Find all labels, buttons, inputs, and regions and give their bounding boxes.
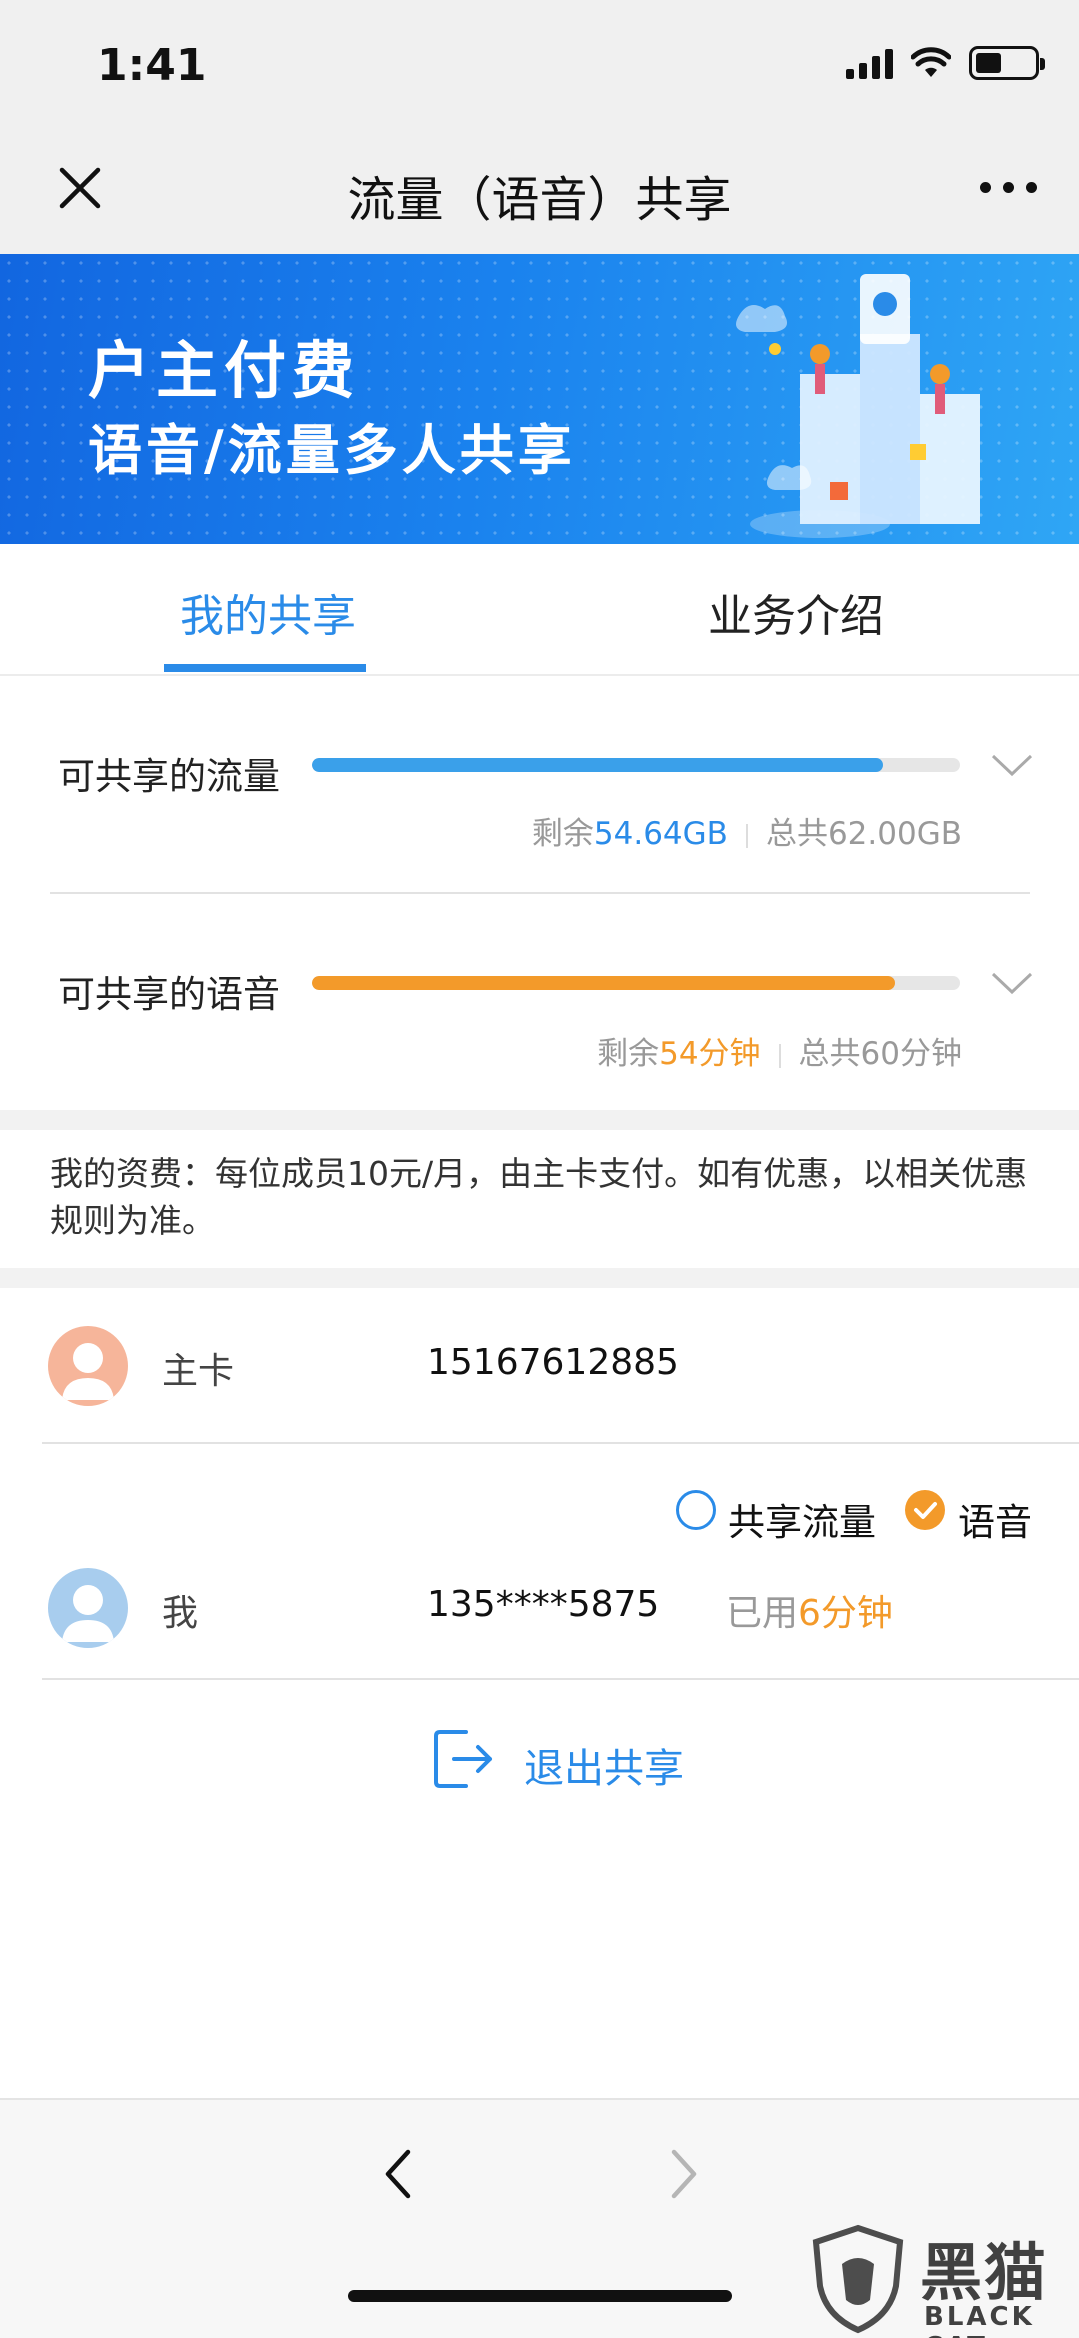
voice-checkbox[interactable] xyxy=(905,1490,945,1530)
avatar xyxy=(48,1568,128,1648)
more-icon[interactable] xyxy=(980,182,1037,193)
forward-arrow-icon[interactable] xyxy=(664,2144,704,2204)
tab-active-indicator xyxy=(164,664,366,672)
promo-banner: 户主付费 语音/流量多人共享 xyxy=(0,254,1079,544)
cat-shield-icon xyxy=(812,2224,904,2334)
voice-share-section[interactable]: 可共享的语音 剩余54分钟 总共60分钟 xyxy=(0,894,1079,1110)
nav-bar: 流量（语音）共享 xyxy=(0,130,1079,254)
watermark-en: BLACK CAT xyxy=(924,2302,1035,2338)
signal-icon xyxy=(846,47,893,79)
data-share-summary: 剩余54.64GB 总共62.00GB xyxy=(531,816,962,852)
voice-total: 总共60分钟 xyxy=(798,1036,962,1072)
watermark-cn: 黑猫 xyxy=(920,2236,1049,2309)
data-progress-track xyxy=(312,758,960,772)
exit-share-label: 退出共享 xyxy=(524,1746,684,1792)
data-progress-fill xyxy=(312,758,883,772)
primary-role: 主卡 xyxy=(162,1351,235,1392)
home-indicator xyxy=(348,2290,732,2302)
page-title: 流量（语音）共享 xyxy=(347,172,732,228)
share-data-radio[interactable] xyxy=(676,1490,716,1530)
voice-share-label: 可共享的语音 xyxy=(58,973,280,1016)
avatar xyxy=(48,1326,128,1406)
voice-progress-fill xyxy=(312,976,896,990)
section-gap xyxy=(0,1110,1079,1130)
exit-share-button[interactable]: 退出共享 xyxy=(432,1726,692,1796)
banner-subtitle: 语音/流量多人共享 xyxy=(88,419,576,482)
banner-illustration xyxy=(736,274,980,538)
watermark: 黑猫 BLACK CAT xyxy=(808,2222,1079,2338)
member-number: 135****5875 xyxy=(427,1584,660,1625)
status-icons xyxy=(846,46,1045,80)
check-icon xyxy=(914,1502,937,1519)
tab-bar: 我的共享 业务介绍 xyxy=(0,544,1079,676)
member-usage: 已用6分钟 xyxy=(726,1593,893,1634)
data-share-label: 可共享的流量 xyxy=(58,755,280,798)
section-gap xyxy=(0,1268,1079,1288)
status-bar: 1:41 xyxy=(0,0,1079,130)
back-arrow-icon[interactable] xyxy=(378,2144,418,2204)
voice-remaining: 54分钟 xyxy=(659,1036,761,1072)
share-data-label[interactable]: 共享流量 xyxy=(728,1492,876,1546)
status-time: 1:41 xyxy=(97,40,207,91)
divider xyxy=(42,1678,1079,1680)
wifi-icon xyxy=(911,47,951,77)
divider xyxy=(42,1442,1079,1444)
chevron-down-icon[interactable] xyxy=(990,970,1034,996)
tab-my-share[interactable]: 我的共享 xyxy=(180,580,356,644)
voice-share-summary: 剩余54分钟 总共60分钟 xyxy=(597,1036,962,1072)
voice-progress-track xyxy=(312,976,960,990)
banner-title: 户主付费 xyxy=(88,334,361,407)
data-total: 总共62.00GB xyxy=(765,816,962,852)
battery-icon xyxy=(969,46,1045,80)
member-role: 我 xyxy=(162,1593,199,1634)
primary-number: 15167612885 xyxy=(427,1342,679,1383)
tab-service-intro[interactable]: 业务介绍 xyxy=(708,580,884,644)
member-usage-value: 6分钟 xyxy=(798,1593,893,1634)
data-remaining: 54.64GB xyxy=(593,816,728,852)
data-share-section[interactable]: 可共享的流量 剩余54.64GB 总共62.00GB xyxy=(0,676,1079,894)
exit-icon xyxy=(434,1730,492,1788)
fee-description: 我的资费：每位成员10元/月，由主卡支付。如有优惠，以相关优惠规则为准。 xyxy=(50,1154,1028,1240)
voice-label[interactable]: 语音 xyxy=(958,1492,1032,1546)
chevron-down-icon[interactable] xyxy=(990,752,1034,778)
